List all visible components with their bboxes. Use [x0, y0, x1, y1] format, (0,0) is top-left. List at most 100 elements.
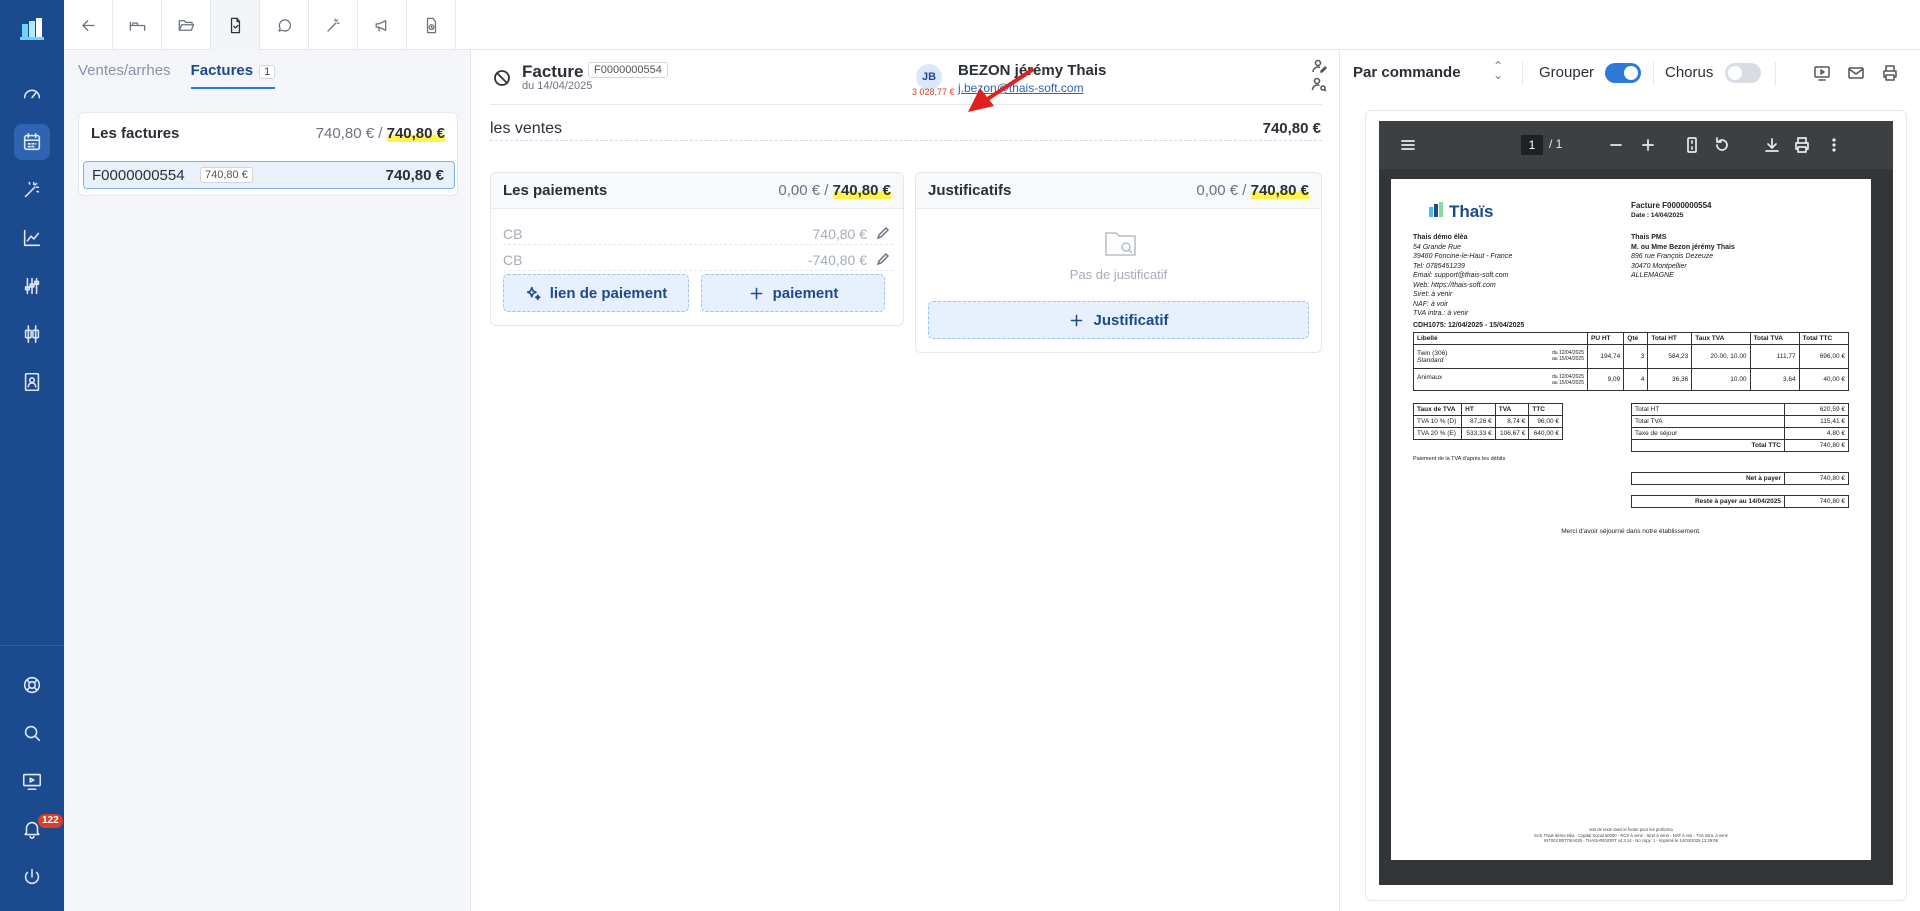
help-lifebuoy-icon[interactable]	[14, 667, 50, 703]
button-label: Justificatif	[1093, 311, 1169, 329]
line-from: du 12/04/2025	[1552, 349, 1584, 356]
print-icon[interactable]	[1881, 64, 1899, 82]
zoom-in-icon[interactable]	[1639, 136, 1657, 154]
add-payment-button[interactable]: paiement	[701, 274, 885, 312]
search-customer-icon[interactable]	[1311, 76, 1327, 92]
line-from: du 12/04/2025	[1552, 373, 1584, 380]
contacts-book-icon[interactable]	[14, 364, 50, 400]
cell: 620,59 €	[1784, 403, 1849, 416]
magic-button[interactable]	[309, 0, 358, 50]
magic-wand-icon[interactable]	[14, 172, 50, 208]
payment-amount: 740,80 €	[812, 226, 868, 242]
add-justificatif-button[interactable]: Justificatif	[928, 301, 1309, 339]
cell-qty: 4	[1623, 368, 1649, 391]
group-mode-select[interactable]: Par commande	[1353, 64, 1461, 81]
fit-page-icon[interactable]	[1683, 136, 1701, 154]
nav-rail: 122	[0, 0, 64, 911]
line-label: Animaux	[1417, 373, 1443, 381]
toolbar-divider	[1522, 62, 1523, 86]
cell: Taxe de séjour	[1631, 427, 1785, 440]
zoom-out-icon[interactable]	[1607, 136, 1625, 154]
vat-note: Paiement de la TVA d'après les débits	[1413, 456, 1506, 462]
download-icon[interactable]	[1763, 136, 1781, 154]
folder-open-icon	[178, 19, 194, 31]
seller-line: Tel: 0785451239	[1413, 262, 1465, 270]
column-header: Total HT	[1647, 332, 1693, 345]
column-header: Libellé	[1413, 332, 1588, 345]
tab-ventes-arrhes[interactable]: Ventes/arrhes	[78, 62, 171, 89]
pdf-page-total: / 1	[1549, 137, 1563, 151]
payment-link-button[interactable]: lien de paiement	[503, 274, 689, 312]
column-header: HT	[1461, 403, 1496, 416]
column-header: Taux de TVA	[1412, 403, 1463, 416]
table-row: Taxe de séjour 4,80 €	[1631, 427, 1849, 440]
cell: TVA 10 % (D)	[1412, 415, 1463, 428]
cell-ht: 36,36	[1647, 368, 1693, 391]
invoice-tab-button[interactable]	[211, 0, 260, 50]
table-row: TVA 20 % (E) 533,33 € 106,67 € 640,00 €	[1412, 427, 1563, 440]
adjust-icon[interactable]	[14, 316, 50, 352]
edit-pencil-icon[interactable]	[875, 251, 891, 267]
file-history-button[interactable]	[407, 0, 456, 50]
menu-hamburger-icon[interactable]	[1399, 136, 1417, 154]
rest-to-pay-table: Reste à payer au 14/04/2025 740,80 €	[1631, 495, 1849, 508]
planning-calendar-icon[interactable]	[14, 124, 50, 160]
edit-pencil-icon[interactable]	[875, 225, 891, 241]
messages-button[interactable]	[260, 0, 309, 50]
chorus-toggle[interactable]	[1725, 63, 1761, 83]
thais-logo-icon[interactable]	[18, 16, 46, 44]
doc-title: Facture F0000000554	[1631, 201, 1712, 210]
cell: Total TTC	[1631, 439, 1785, 452]
stats-chart-icon[interactable]	[14, 220, 50, 256]
doc-date: Date : 14/04/2025	[1631, 212, 1684, 219]
print-icon[interactable]	[1793, 136, 1811, 154]
select-updown-icon[interactable]: ⌃ ⌄	[1493, 60, 1503, 81]
client-line: ALLEMAGNE	[1631, 272, 1674, 279]
dashboard-icon[interactable]	[14, 76, 50, 112]
cell: 640,00 €	[1528, 427, 1563, 440]
power-logout-icon[interactable]	[14, 859, 50, 895]
invoice-title: Facture	[522, 62, 584, 81]
rotate-icon[interactable]	[1713, 136, 1731, 154]
settings-sliders-icon[interactable]	[14, 268, 50, 304]
arrow-left-icon	[81, 19, 95, 31]
pdf-page-input[interactable]: 1	[1521, 135, 1543, 155]
table-row: Total TVA 115,41 €	[1631, 415, 1849, 428]
back-button[interactable]	[64, 0, 113, 50]
client-line: 30470 Montpellier	[1631, 262, 1687, 270]
documents-folder-button[interactable]	[162, 0, 211, 50]
justificatifs-card: Justificatifs 0,00 € / 740,80 € Pas de j…	[915, 172, 1322, 353]
invoice-row[interactable]: F0000000554 740,80 € 740,80 €	[83, 161, 455, 189]
display-screen-icon[interactable]	[1813, 64, 1831, 82]
tv-display-icon[interactable]	[14, 763, 50, 799]
cancel-invoice-ban-icon[interactable]	[492, 68, 512, 88]
edit-customer-icon[interactable]	[1311, 58, 1327, 74]
grouper-label: Grouper	[1539, 64, 1595, 81]
file-clock-icon	[426, 17, 436, 33]
seller-name: Thais démo élèa	[1413, 234, 1468, 241]
tab-factures[interactable]: Factures 1	[190, 62, 276, 89]
line-to: au 15/04/2025	[1552, 355, 1584, 362]
sparkles-icon	[526, 286, 541, 300]
more-vertical-icon[interactable]	[1825, 136, 1843, 154]
notification-count-badge: 122	[38, 814, 63, 828]
payment-line[interactable]: CB 740,80 €	[503, 223, 893, 245]
cell: 4,80 €	[1784, 427, 1849, 440]
grouper-toggle[interactable]	[1605, 63, 1641, 83]
payment-line[interactable]: CB -740,80 €	[503, 249, 893, 271]
seller-line: Web: https://thais-soft.com	[1413, 281, 1496, 289]
search-icon[interactable]	[14, 715, 50, 751]
email-envelope-icon[interactable]	[1847, 64, 1865, 82]
announce-button[interactable]	[358, 0, 407, 50]
paid-amount: 0,00 €	[1196, 182, 1239, 199]
top-toolbar	[64, 0, 1920, 50]
cell: Total HT	[1631, 403, 1785, 416]
cell: Reste à payer au 14/04/2025	[1631, 495, 1785, 508]
plus-icon	[750, 287, 762, 299]
stay-room-button[interactable]	[113, 0, 162, 50]
preview-toolbar: Par commande ⌃ ⌄ Grouper Chorus	[1341, 50, 1920, 96]
cell: Total TVA	[1631, 415, 1785, 428]
paid-amount: 0,00 €	[778, 182, 821, 199]
table-row: Total HT 620,59 €	[1631, 403, 1849, 416]
sales-label[interactable]: les ventes	[490, 120, 562, 138]
